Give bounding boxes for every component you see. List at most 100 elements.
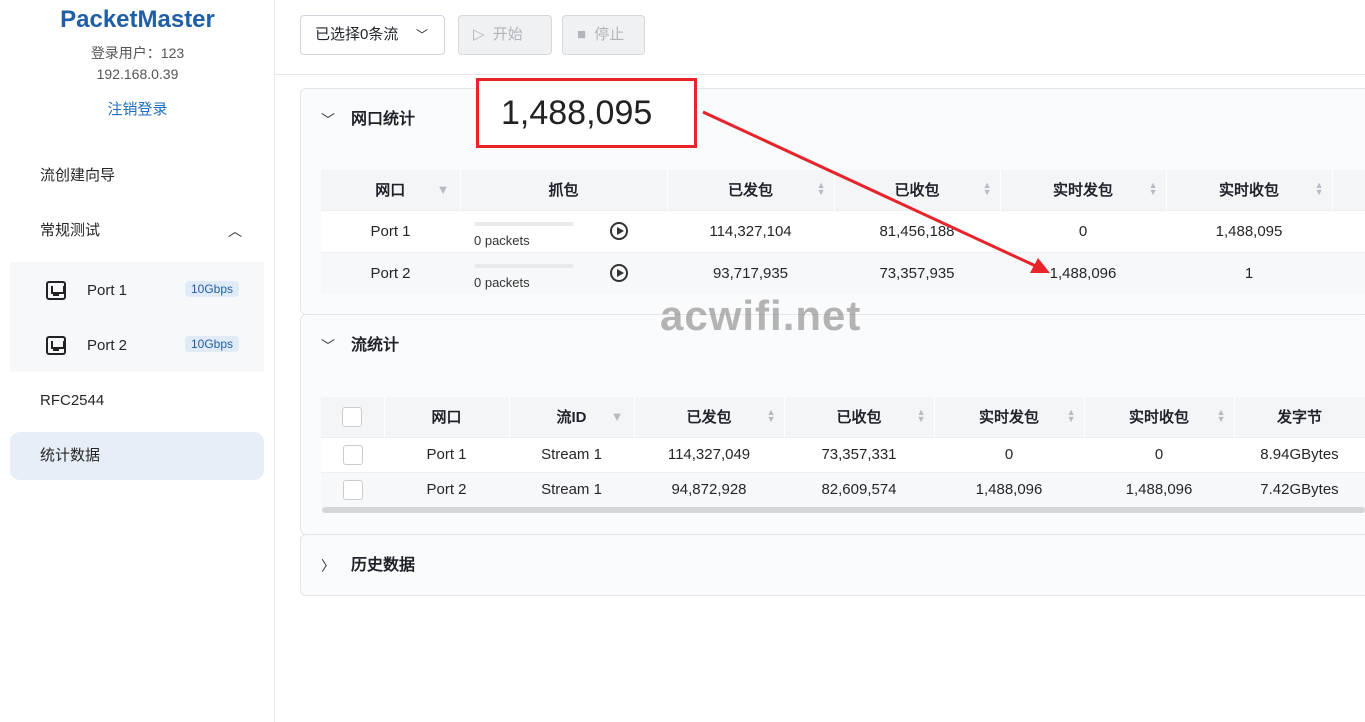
play-circle-icon[interactable] bbox=[610, 263, 628, 282]
annotation-highlight-box: 1,488,095 bbox=[476, 78, 697, 148]
nav-item-routine-test[interactable]: 常规测试 ︿ bbox=[10, 207, 264, 255]
column-header-label: 网口 bbox=[431, 409, 462, 427]
stream-id-cell: Stream 1 bbox=[509, 436, 634, 472]
rt-received-cell: 1 bbox=[1166, 251, 1332, 294]
column-header-overflow bbox=[1332, 170, 1365, 210]
column-header-label: 实时发包 bbox=[1052, 182, 1113, 200]
horizontal-scrollbar[interactable] bbox=[322, 507, 1365, 513]
nav-item-wizard[interactable]: 流创建向导 bbox=[10, 152, 264, 200]
sidebar-item-port-1[interactable]: Port 1 10Gbps bbox=[10, 262, 264, 317]
column-header-received[interactable]: 已收包 ▲ ▼ bbox=[834, 170, 1001, 210]
rt-received-cell: 1,488,096 bbox=[1084, 471, 1234, 507]
sort-icon[interactable]: ▲ ▼ bbox=[767, 408, 776, 424]
sidebar-item-port-2[interactable]: Port 2 10Gbps bbox=[10, 317, 264, 372]
column-header-stream-id[interactable]: 流ID ▼ bbox=[509, 397, 635, 437]
table-row: Port 1 0 packets 114,327,104 81,456,188 … bbox=[321, 209, 1365, 252]
column-header-label: 已发包 bbox=[727, 182, 773, 200]
column-header-label: 实时收包 bbox=[1218, 182, 1279, 200]
received-cell: 73,357,935 bbox=[834, 251, 1000, 294]
stream-select-label: 已选择0条流 bbox=[315, 26, 399, 43]
port-cell: Port 2 bbox=[384, 471, 509, 507]
column-header-label: 已发包 bbox=[686, 409, 732, 427]
sent-cell: 93,717,935 bbox=[667, 251, 834, 294]
sent-bytes-cell: 7.42GBytes bbox=[1234, 471, 1365, 507]
panel-title: 网口统计 bbox=[351, 111, 416, 128]
port-cell: Port 1 bbox=[384, 436, 509, 472]
port-stats-table: 网口 ▼ 抓包 已发包 ▲ ▼ 已收包 ▲ ▼ 实时发包 ▲ ▼ 实时收包 ▲ ▼ Port 1 … bbox=[321, 170, 1365, 294]
select-all-checkbox[interactable] bbox=[342, 406, 363, 427]
column-header-rt-sent[interactable]: 实时发包 ▲ ▼ bbox=[934, 397, 1085, 437]
speed-badge: 10Gbps bbox=[185, 281, 240, 297]
column-header-rt-sent[interactable]: 实时发包 ▲ ▼ bbox=[1000, 170, 1167, 210]
column-header-sent[interactable]: 已发包 ▲ ▼ bbox=[667, 170, 835, 210]
chevron-right-icon: 〉 bbox=[321, 558, 335, 574]
overflow-cell bbox=[1332, 209, 1365, 252]
sent-cell: 114,327,104 bbox=[667, 209, 834, 252]
capture-count: 0 packets bbox=[474, 232, 530, 248]
column-header-sent[interactable]: 已发包 ▲ ▼ bbox=[634, 397, 785, 437]
start-button-label: 开始 bbox=[492, 26, 523, 43]
sort-icon[interactable]: ▲ ▼ bbox=[1217, 408, 1226, 424]
sort-icon[interactable]: ▲ ▼ bbox=[1149, 181, 1158, 197]
filter-icon[interactable]: ▼ bbox=[437, 182, 450, 197]
play-icon: ▷ bbox=[473, 26, 485, 43]
port-stats-header[interactable]: ﹀ 网口统计 bbox=[301, 89, 1365, 151]
stop-button[interactable]: ■ 停止 bbox=[562, 15, 645, 55]
watermark: acwifi.net bbox=[660, 292, 862, 339]
column-header-rt-received[interactable]: 实时收包 ▲ ▼ bbox=[1166, 170, 1333, 210]
sort-icon[interactable]: ▲ ▼ bbox=[817, 181, 826, 197]
capture-progress-bar bbox=[474, 221, 574, 226]
nav-item-label: 常规测试 bbox=[40, 222, 101, 239]
nav-item-statistics[interactable]: 统计数据 bbox=[10, 432, 264, 480]
chevron-down-icon: ﹀ bbox=[321, 338, 335, 354]
sort-icon[interactable]: ▲ ▼ bbox=[1315, 181, 1324, 197]
filter-icon[interactable]: ▼ bbox=[611, 409, 624, 424]
rt-sent-cell: 0 bbox=[934, 436, 1084, 472]
column-header-label: 网口 bbox=[375, 182, 406, 200]
received-cell: 81,456,188 bbox=[834, 209, 1000, 252]
history-header[interactable]: 〉 历史数据 bbox=[301, 535, 1365, 597]
column-header-port[interactable]: 网口 ▼ bbox=[321, 170, 461, 210]
port-cell: Port 2 bbox=[321, 251, 460, 294]
stream-select-dropdown[interactable]: 已选择0条流 ﹀ bbox=[300, 15, 445, 55]
row-checkbox[interactable] bbox=[342, 444, 363, 465]
capture-cell: 0 packets bbox=[460, 209, 667, 252]
app-brand: PacketMaster bbox=[60, 6, 215, 33]
received-cell: 82,609,574 bbox=[784, 471, 934, 507]
column-header-rt-received[interactable]: 实时收包 ▲ ▼ bbox=[1084, 397, 1235, 437]
logout-link[interactable]: 注销登录 bbox=[0, 98, 275, 119]
rt-sent-cell: 1,488,096 bbox=[934, 471, 1084, 507]
sort-icon[interactable]: ▲ ▼ bbox=[1067, 408, 1076, 424]
ethernet-port-icon bbox=[46, 336, 66, 355]
rt-received-cell: 1,488,095 bbox=[1166, 209, 1332, 252]
stream-id-cell: Stream 1 bbox=[509, 471, 634, 507]
sent-bytes-cell: 8.94GBytes bbox=[1234, 436, 1365, 472]
select-cell bbox=[321, 436, 384, 472]
nav-item-label: 统计数据 bbox=[40, 447, 101, 464]
select-cell bbox=[321, 471, 384, 507]
column-header-received[interactable]: 已收包 ▲ ▼ bbox=[784, 397, 935, 437]
capture-progress-bar bbox=[474, 263, 574, 268]
chevron-down-icon: ﹀ bbox=[321, 112, 335, 128]
column-header-label: 发字节 bbox=[1276, 409, 1322, 427]
row-checkbox[interactable] bbox=[342, 479, 363, 500]
stream-stats-table: 网口 流ID ▼ 已发包 ▲ ▼ 已收包 ▲ ▼ 实时发包 ▲ ▼ 实时收包 ▲ ▼ 发字节 Po… bbox=[321, 397, 1365, 507]
stop-button-label: 停止 bbox=[594, 26, 625, 43]
column-header-sent-bytes: 发字节 bbox=[1234, 397, 1365, 437]
column-header-label: 已收包 bbox=[894, 182, 940, 200]
ethernet-port-icon bbox=[46, 281, 66, 300]
port-cell: Port 1 bbox=[321, 209, 460, 252]
sort-icon[interactable]: ▲ ▼ bbox=[983, 181, 992, 197]
start-button[interactable]: ▷ 开始 bbox=[458, 15, 552, 55]
port-label: Port 2 bbox=[87, 337, 128, 354]
overflow-cell bbox=[1332, 251, 1365, 294]
play-circle-icon[interactable] bbox=[610, 221, 628, 240]
toolbar: 已选择0条流 ﹀ ▷ 开始 ■ 停止 bbox=[275, 0, 1365, 75]
nav-item-rfc2544[interactable]: RFC2544 bbox=[10, 377, 264, 425]
sort-icon[interactable]: ▲ ▼ bbox=[917, 408, 926, 424]
column-header-label: 实时发包 bbox=[978, 409, 1039, 427]
history-panel: 〉 历史数据 bbox=[300, 534, 1365, 596]
capture-count: 0 packets bbox=[474, 274, 530, 290]
column-header-capture: 抓包 bbox=[460, 170, 668, 210]
sidebar: PacketMaster 登录用户：123 192.168.0.39 注销登录 … bbox=[0, 0, 275, 722]
